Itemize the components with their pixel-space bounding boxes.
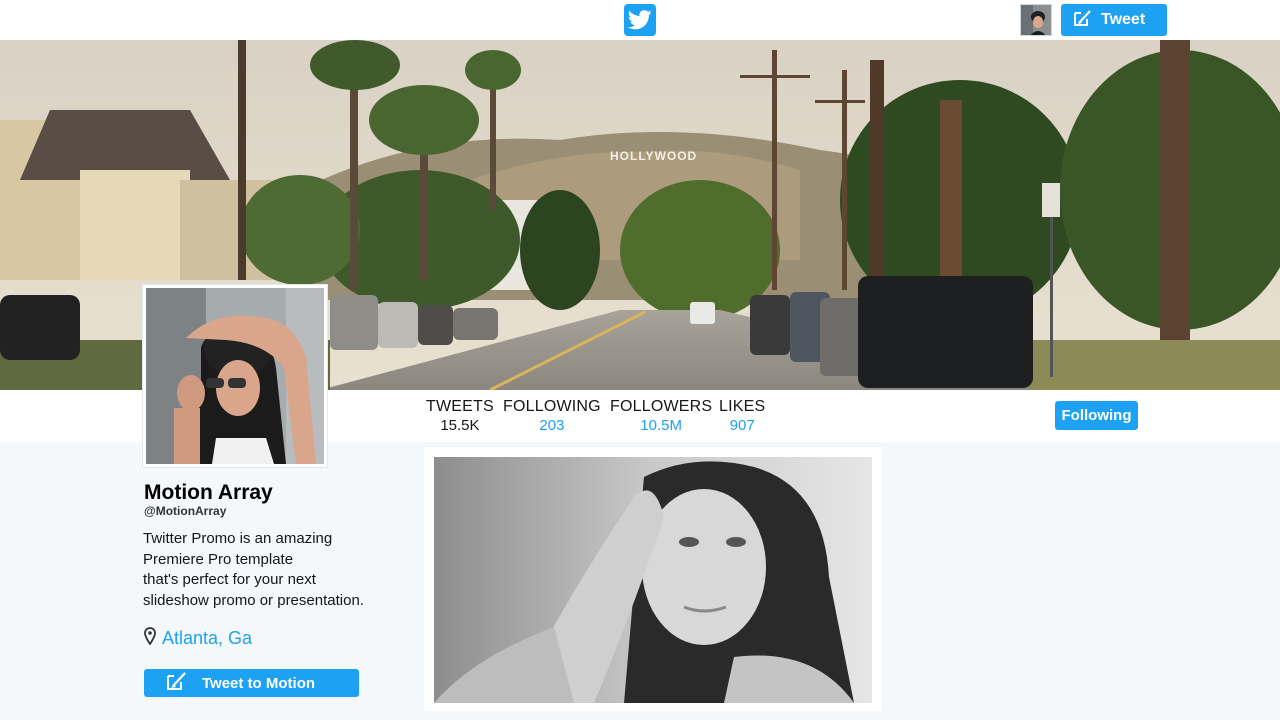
stat-value: 203: [539, 417, 565, 434]
bio-line: that's perfect for your next: [143, 571, 316, 588]
tweet-button-label: Tweet: [1101, 11, 1146, 28]
stat-value: 15.5K: [440, 417, 480, 434]
bio-line: Premiere Pro template: [143, 550, 294, 568]
stat-value: 907: [729, 417, 755, 434]
compose-icon: [166, 671, 188, 695]
top-bar: Tweet: [0, 0, 1280, 40]
stat-label: FOLLOWING: [503, 398, 601, 415]
bio-line: slideshow promo or presentation.: [143, 591, 364, 609]
profile-handle[interactable]: @MotionArray: [144, 504, 226, 518]
compose-icon: [1073, 9, 1093, 32]
tweet-to-button[interactable]: Tweet to Motion: [144, 669, 359, 697]
stat-following[interactable]: FOLLOWING 203: [503, 398, 601, 434]
map-pin-icon: [144, 627, 156, 650]
tweet-button[interactable]: Tweet: [1061, 4, 1167, 36]
stat-value: 10.5M: [640, 417, 682, 434]
following-button[interactable]: Following: [1055, 401, 1138, 430]
profile-avatar[interactable]: [142, 284, 328, 468]
bio-line: Twitter Promo is an amazing: [143, 530, 333, 547]
location-text[interactable]: Atlanta, Ga: [162, 628, 252, 649]
profile-name: Motion Array: [144, 481, 273, 504]
twitter-bird-icon[interactable]: [624, 4, 656, 36]
tweet-to-label: Tweet to Motion: [202, 674, 316, 692]
profile-location: Atlanta, Ga: [144, 627, 252, 650]
stat-tweets[interactable]: TWEETS 15.5K: [426, 398, 494, 434]
stat-likes[interactable]: LIKES 907: [719, 398, 765, 434]
tweet-photo[interactable]: [424, 447, 882, 711]
stat-followers[interactable]: FOLLOWERS 10.5M: [610, 398, 712, 434]
stat-label: TWEETS: [426, 398, 494, 415]
profile-bio: Twitter Promo is an amazing Premiere Pro…: [143, 529, 413, 611]
stat-label: FOLLOWERS: [610, 398, 713, 415]
hollywood-sign: HOLLYWOOD: [610, 149, 697, 163]
stat-label: LIKES: [719, 398, 766, 415]
avatar-thumbnail[interactable]: [1020, 4, 1052, 36]
